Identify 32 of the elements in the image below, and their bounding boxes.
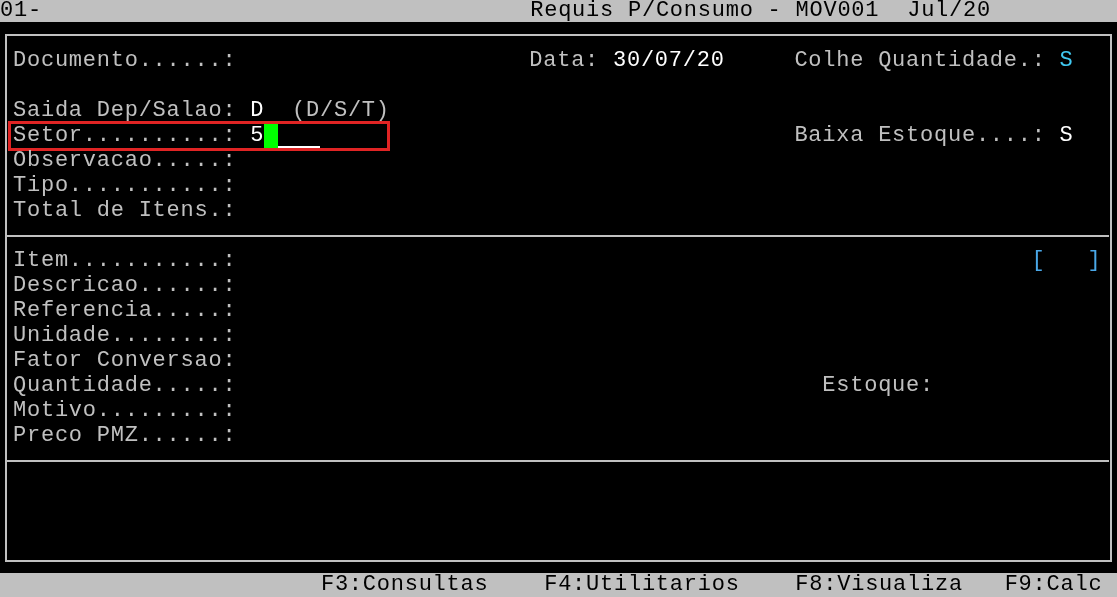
field-label: Documento......: (13, 48, 237, 73)
field-label: Descricao......: (13, 273, 237, 298)
options-hint: (D/S/T) (292, 98, 390, 123)
field-label: Tipo...........: (13, 173, 237, 198)
field-label: Motivo.........: (13, 398, 237, 423)
field-label: Setor..........: (13, 123, 237, 148)
field-label: Item...........: (13, 248, 237, 273)
field-label: Referencia.....: (13, 298, 237, 323)
text-cursor (264, 123, 279, 148)
field-label: Fator Conversao: (13, 348, 237, 373)
function-key[interactable]: F9:Calc (1004, 574, 1103, 596)
field-label: Colhe Quantidade.: (794, 48, 1046, 73)
function-key[interactable]: F8:Visualiza (795, 574, 963, 596)
field-label: Total de Itens.: (13, 198, 237, 223)
field-label: Unidade........: (13, 323, 237, 348)
screen-code: 01- (0, 0, 42, 22)
field-label: Quantidade.....: (13, 373, 237, 398)
item-indicator: [ ] (1031, 248, 1102, 273)
field-label: Baixa Estoque....: (794, 123, 1046, 148)
field-label: Preco PMZ......: (13, 423, 237, 448)
stock-label: Estoque: (822, 373, 934, 398)
field-value: 30/07/20 (613, 48, 725, 73)
function-key[interactable]: F3:Consultas (320, 574, 489, 596)
field-label: Observacao.....: (13, 148, 237, 173)
field-value: S (1059, 48, 1074, 73)
input-field[interactable]: 5 (250, 123, 320, 148)
field-value: D (250, 98, 265, 123)
function-key[interactable]: F4:Utilitarios (544, 574, 740, 596)
field-label: Saida Dep/Salao: (13, 98, 237, 123)
field-label: Data: (529, 48, 600, 73)
field-value: S (1059, 123, 1074, 148)
screen-title: Requis P/Consumo - MOV001 Jul/20 (530, 0, 991, 22)
